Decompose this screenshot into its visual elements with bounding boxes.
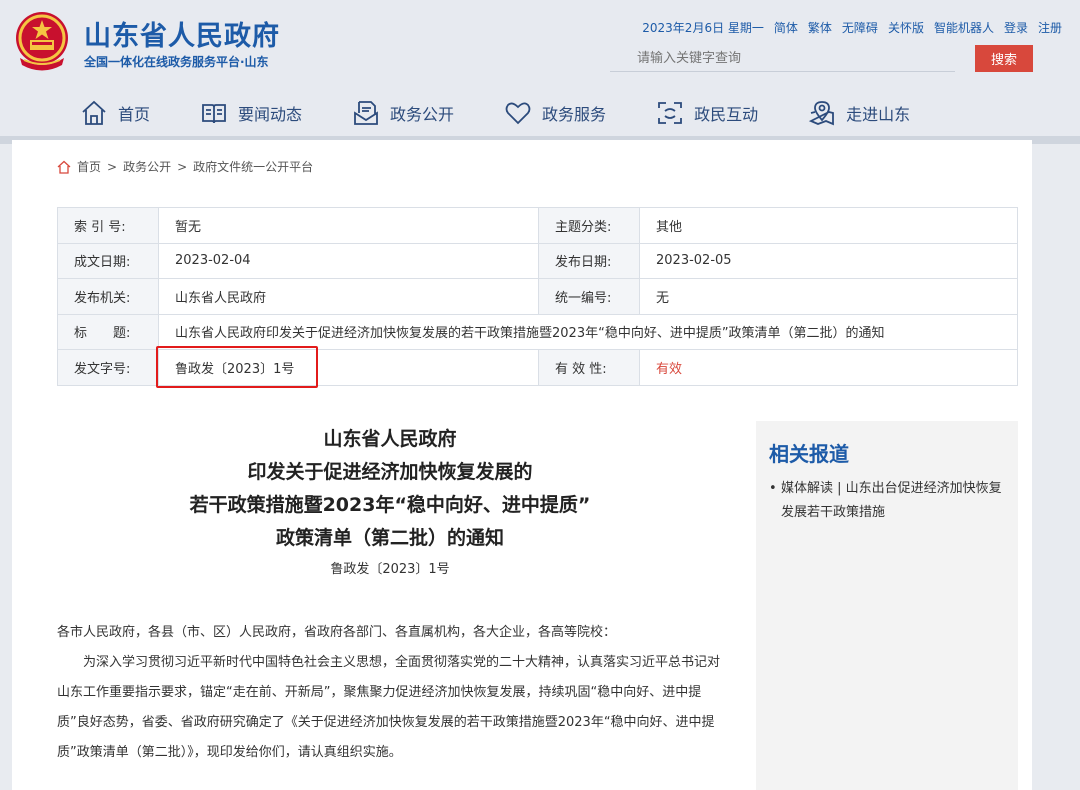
body-paragraph: 为深入学习贯彻习近平新时代中国特色社会主义思想，全面贯彻落实党的二十大精神，认真… [57,655,721,760]
created-date-value: 2023-02-04 [158,242,539,279]
book-icon [202,104,226,124]
table-row: 成文日期: 2023-02-04 发布日期: 2023-02-05 [57,242,1018,279]
bullet-icon: • [769,481,777,496]
related-item[interactable]: • 媒体解读 | 山东出台促进经济加快恢复发展若干政策措施 [769,477,1009,525]
link-accessibility[interactable]: 无障碍 [842,19,878,36]
nav-item-interaction[interactable]: 政民互动 [656,96,758,130]
home-icon [82,100,106,125]
related-title: 相关报道 [769,442,849,466]
validity-label: 有 效 性: [538,349,640,386]
nav-item-services[interactable]: 政务服务 [504,96,606,130]
related-item-text[interactable]: 媒体解读 | 山东出台促进经济加快恢复发展若干政策措施 [781,481,1002,520]
breadcrumb-separator: > [177,159,188,174]
created-date-label: 成文日期: [57,242,159,279]
table-row: 标 题: 山东省人民政府印发关于促进经济加快恢复发展的若干政策措施暨2023年“… [57,313,1018,350]
nav-label: 政民互动 [694,105,759,124]
heart-icon [505,102,531,125]
highlight-box [156,346,318,388]
topic-value: 其他 [639,207,1018,244]
nav-label: 走进山东 [846,105,911,124]
index-label: 索 引 号: [57,207,159,244]
breadcrumb-separator: > [107,159,118,174]
map-pin-icon [808,101,834,126]
interaction-icon [658,102,682,124]
link-chatbot[interactable]: 智能机器人 [934,19,994,36]
search-input[interactable] [610,46,955,72]
title-label: 标 题: [57,313,159,350]
link-register[interactable]: 注册 [1038,19,1062,36]
nav-item-disclosure[interactable]: 政务公开 [352,96,454,130]
issuing-org-label: 发布机关: [57,278,159,315]
published-date-label: 发布日期: [538,242,640,279]
title-line: 政策清单（第二批）的通知 [275,527,504,549]
validity-value: 有效 [639,349,1018,386]
breadcrumb-home[interactable]: 首页 [77,158,101,175]
site-subtitle: 全国一体化在线政务服务平台·山东 [84,55,269,69]
doc-number-label: 发文字号: [57,349,159,386]
title-line: 若干政策措施暨2023年“稳中向好、进中提质” [189,494,591,516]
index-value: 暂无 [158,207,539,244]
link-login[interactable]: 登录 [1004,19,1028,36]
breadcrumb-disclosure[interactable]: 政务公开 [123,158,171,175]
home-icon[interactable] [57,160,71,174]
link-simplified[interactable]: 简体 [774,19,798,36]
nav-item-news[interactable]: 要闻动态 [200,96,302,130]
table-row: 索 引 号: 暂无 主题分类: 其他 [57,207,1018,244]
table-row: 发布机关: 山东省人民政府 统一编号: 无 [57,278,1018,315]
issuing-org-value: 山东省人民政府 [158,278,539,315]
document-body: 各市人民政府，各县（市、区）人民政府，省政府各部门、各直属机构，各大企业，各高等… [57,618,722,768]
national-emblem-icon [16,12,68,71]
salutation: 各市人民政府，各县（市、区）人民政府，省政府各部门、各直属机构，各大企业，各高等… [57,625,617,640]
nav-label: 政务服务 [542,105,607,124]
site-title[interactable]: 山东省人民政府 [84,14,280,53]
main-nav: 首页 要闻动态 政务公开 政务服务 政民互动 走进山东 [80,96,960,130]
nav-label: 政务公开 [390,105,455,124]
unified-code-label: 统一编号: [538,278,640,315]
document-title: 山东省人民政府 印发关于促进经济加快恢复发展的 若干政策措施暨2023年“稳中向… [60,423,720,555]
link-traditional[interactable]: 繁体 [808,19,832,36]
nav-item-home[interactable]: 首页 [80,96,150,130]
breadcrumb: 首页 > 政务公开 > 政府文件统一公开平台 [57,158,313,175]
document-icon [354,101,378,125]
nav-item-explore[interactable]: 走进山东 [808,96,910,130]
published-date-value: 2023-02-05 [639,242,1018,279]
current-date: 2023年2月6日 星期一 [642,21,764,35]
nav-label: 要闻动态 [238,105,303,124]
breadcrumb-current[interactable]: 政府文件统一公开平台 [193,158,313,175]
search-button[interactable]: 搜索 [975,45,1033,72]
topic-label: 主题分类: [538,207,640,244]
document-number: 鲁政发〔2023〕1号 [330,562,450,577]
nav-label: 首页 [118,105,151,124]
title-line: 山东省人民政府 [323,428,457,450]
title-line: 印发关于促进经济加快恢复发展的 [247,461,533,483]
link-care-mode[interactable]: 关怀版 [888,19,924,36]
unified-code-value: 无 [639,278,1018,315]
title-value: 山东省人民政府印发关于促进经济加快恢复发展的若干政策措施暨2023年“稳中向好、… [158,313,1018,350]
site-header: 山东省人民政府 全国一体化在线政务服务平台·山东 2023年2月6日 星期一 简… [0,0,1080,144]
top-links: 2023年2月6日 星期一 简体 繁体 无障碍 关怀版 智能机器人 登录 注册 [642,19,1062,36]
